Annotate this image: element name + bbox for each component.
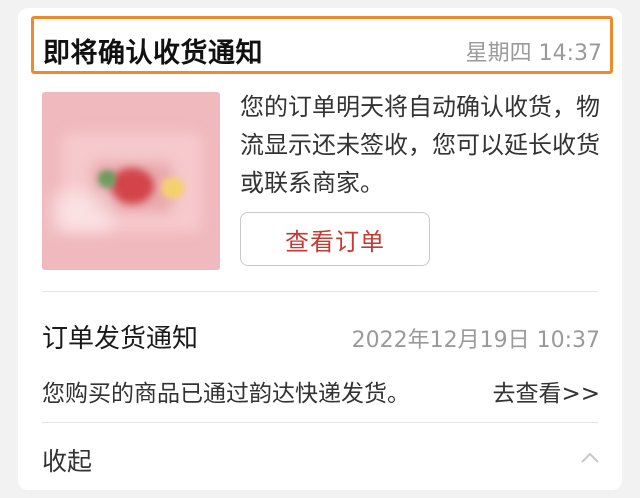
shipping-notification-time: 2022年12月19日 10:37 <box>351 328 600 353</box>
notification-header[interactable]: 即将确认收货通知 星期四 14:37 <box>31 16 613 74</box>
notification-message: 您的订单明天将自动确认收货，物流显示还未签收，您可以延长收货或联系商家。 <box>240 93 600 197</box>
chevron-up-icon[interactable] <box>580 450 600 464</box>
notification-time: 星期四 14:37 <box>465 41 602 66</box>
shipping-notification-body: 您购买的商品已通过韵达快递发货。 <box>42 381 410 407</box>
notification-card: 即将确认收货通知 星期四 14:37 您的订单明天将自动确认收货，物流显示还未签… <box>18 8 622 490</box>
thumbnail-blur-layer <box>52 192 112 232</box>
divider <box>42 291 598 292</box>
shipping-notification-title: 订单发货通知 <box>42 324 199 354</box>
collapse-label: 收起 <box>42 447 93 476</box>
thumbnail-blur-layer <box>98 170 116 188</box>
divider <box>42 422 598 423</box>
thumbnail-blur-layer <box>110 168 154 204</box>
go-view-link[interactable]: 去查看>> <box>492 374 600 408</box>
thumbnail-blur-layer <box>162 178 184 198</box>
view-order-button[interactable]: 查看订单 <box>240 212 430 266</box>
product-thumbnail[interactable] <box>42 92 220 270</box>
notification-title: 即将确认收货通知 <box>43 38 263 69</box>
